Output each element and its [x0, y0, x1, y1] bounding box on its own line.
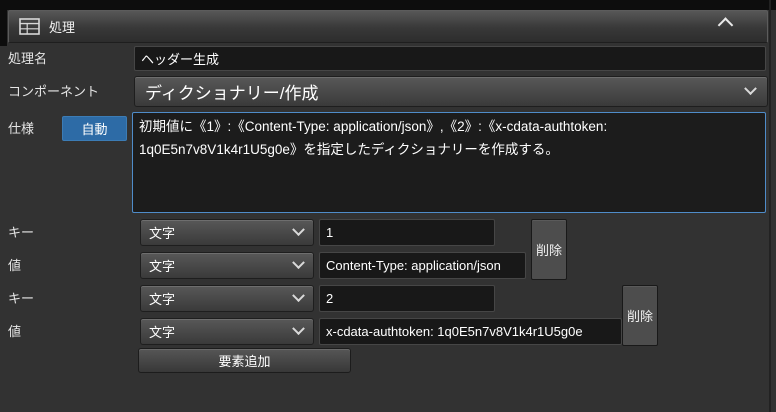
window-left-notch [0, 0, 7, 46]
key-type-value: 文字 [149, 223, 175, 242]
value-type-select[interactable]: 文字 [140, 318, 314, 345]
key-type-select[interactable]: 文字 [140, 285, 314, 312]
component-selected-value: ディクショナリー/作成 [145, 79, 319, 104]
panel-right-border [769, 0, 771, 412]
value-type-value: 文字 [149, 322, 175, 341]
key-input[interactable] [319, 285, 495, 312]
chevron-down-icon [292, 289, 305, 302]
table-icon [19, 18, 40, 35]
value-type-select[interactable]: 文字 [140, 252, 314, 279]
window-top-strip [0, 0, 776, 10]
delete-button[interactable]: 削除 [622, 285, 658, 346]
spec-label: 仕様 [8, 116, 34, 141]
key-type-value: 文字 [149, 289, 175, 308]
auto-button[interactable]: 自動 [62, 116, 127, 141]
add-element-button[interactable]: 要素追加 [138, 348, 351, 373]
value-label: 値 [8, 318, 21, 345]
key-label: キー [8, 285, 34, 312]
key-label: キー [8, 219, 34, 246]
component-select[interactable]: ディクショナリー/作成 [134, 76, 768, 107]
value-type-value: 文字 [149, 256, 175, 275]
spec-textarea[interactable]: 初期値に《1》:《Content-Type: application/json》… [132, 112, 766, 213]
process-name-label: 処理名 [8, 46, 47, 71]
process-name-input[interactable] [134, 46, 766, 71]
panel-header[interactable]: 処理 [8, 10, 768, 43]
value-label: 値 [8, 252, 21, 279]
chevron-down-icon [292, 223, 305, 236]
key-type-select[interactable]: 文字 [140, 219, 314, 246]
key-input[interactable] [319, 219, 495, 246]
panel-title: 処理 [49, 17, 75, 36]
delete-button[interactable]: 削除 [531, 219, 567, 280]
component-label: コンポーネント [8, 76, 99, 107]
chevron-down-icon [292, 322, 305, 335]
chevron-down-icon [292, 256, 305, 269]
value-input[interactable] [319, 252, 526, 279]
value-input[interactable] [319, 318, 622, 345]
collapse-chevron-up-icon[interactable] [718, 17, 734, 33]
chevron-down-icon [744, 82, 757, 95]
